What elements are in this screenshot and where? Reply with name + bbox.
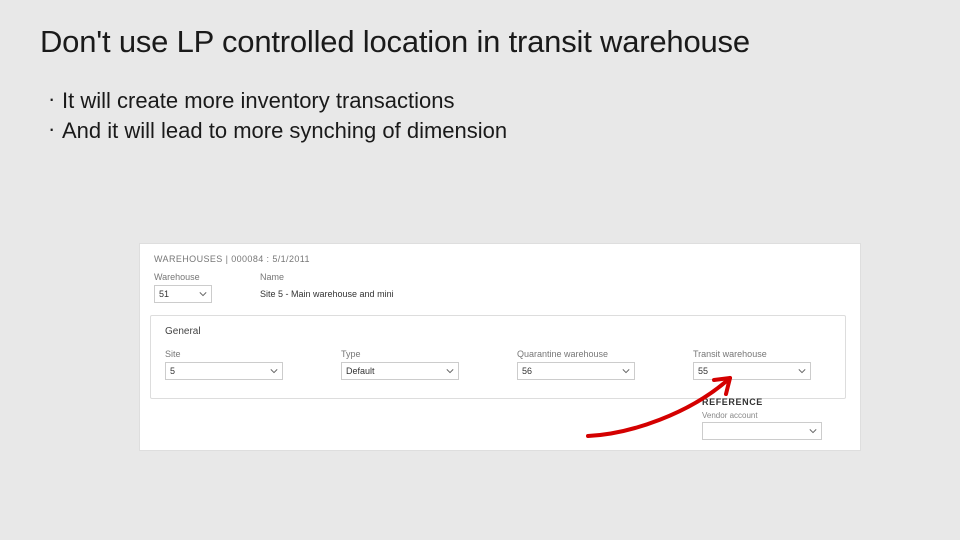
card-grid: Site 5 Type Default Quarantine warehouse… (165, 349, 831, 380)
quarantine-label: Quarantine warehouse (517, 349, 635, 359)
type-label: Type (341, 349, 459, 359)
quarantine-value: 56 (522, 366, 532, 376)
vendor-account-label: Vendor account (702, 411, 832, 420)
header-fields-row: Warehouse 51 Name Site 5 - Main warehous… (140, 268, 860, 315)
embedded-screenshot: WAREHOUSES | 000084 : 5/1/2011 Warehouse… (140, 244, 860, 450)
name-value: Site 5 - Main warehouse and mini (260, 285, 448, 303)
chevron-down-icon (622, 367, 630, 375)
warehouse-label: Warehouse (154, 272, 212, 282)
name-label: Name (260, 272, 448, 282)
vendor-account-input[interactable] (702, 422, 822, 440)
type-value: Default (346, 366, 375, 376)
general-card: General Site 5 Type Default Quarantine w… (150, 315, 846, 399)
warehouse-input[interactable]: 51 (154, 285, 212, 303)
quarantine-input[interactable]: 56 (517, 362, 635, 380)
site-field: Site 5 (165, 349, 283, 380)
warehouse-field: Warehouse 51 (154, 272, 212, 303)
bullet-item: It will create more inventory transactio… (48, 86, 920, 116)
chevron-down-icon (798, 367, 806, 375)
type-field: Type Default (341, 349, 459, 380)
transit-label: Transit warehouse (693, 349, 811, 359)
breadcrumb: WAREHOUSES | 000084 : 5/1/2011 (140, 244, 860, 268)
warehouse-value: 51 (159, 289, 169, 299)
slide-title: Don't use LP controlled location in tran… (40, 24, 920, 60)
bullet-item: And it will lead to more synching of dim… (48, 116, 920, 146)
bullet-list: It will create more inventory transactio… (40, 86, 920, 145)
reference-heading: REFERENCE (702, 397, 832, 407)
site-value: 5 (170, 366, 175, 376)
quarantine-field: Quarantine warehouse 56 (517, 349, 635, 380)
reference-block: REFERENCE Vendor account (702, 397, 832, 440)
transit-input[interactable]: 55 (693, 362, 811, 380)
site-input[interactable]: 5 (165, 362, 283, 380)
transit-field: Transit warehouse 55 (693, 349, 811, 380)
chevron-down-icon (270, 367, 278, 375)
chevron-down-icon (199, 290, 207, 298)
site-label: Site (165, 349, 283, 359)
transit-value: 55 (698, 366, 708, 376)
card-title: General (165, 326, 831, 337)
name-field: Name Site 5 - Main warehouse and mini (260, 272, 448, 303)
chevron-down-icon (809, 427, 817, 435)
type-input[interactable]: Default (341, 362, 459, 380)
chevron-down-icon (446, 367, 454, 375)
